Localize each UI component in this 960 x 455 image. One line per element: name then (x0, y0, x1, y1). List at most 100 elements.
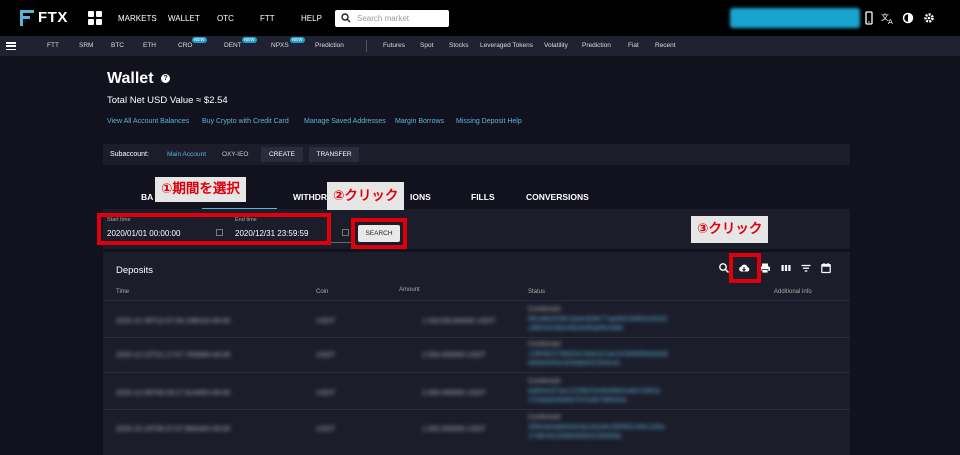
search-icon (341, 13, 351, 23)
subnav-item-prediction-2[interactable]: Prediction (582, 42, 611, 49)
tab-conversions-partial[interactable]: IONS (410, 192, 431, 202)
new-badge: NEW (290, 37, 305, 43)
account-email-blurred[interactable] (730, 8, 860, 28)
deposit-txid-link[interactable]: bd90e037ae1229f620ef9e89d2a4fe158f1b (528, 388, 660, 395)
deposit-txid-link[interactable]: 2f5fe4e0a8d34e4ac4ea4fc30f062c4f4c1b0a (528, 424, 665, 431)
deposit-status: Confirmed (528, 306, 561, 313)
link-view-all-balances[interactable]: View All Account Balances (107, 118, 189, 125)
apps-grid-icon[interactable] (88, 11, 102, 25)
settings-gear-icon[interactable] (922, 11, 936, 25)
nav-wallet[interactable]: WALLET (168, 14, 200, 23)
subnav-item-recent[interactable]: Recent (655, 42, 676, 49)
column-header-amount[interactable]: Amount (399, 287, 420, 293)
create-subaccount-button[interactable]: CREATE (261, 147, 303, 162)
subnav-item-stocks[interactable]: Stocks (449, 42, 469, 49)
theme-toggle-icon[interactable] (901, 11, 915, 25)
deposit-coin: USDT (316, 390, 336, 397)
subnav-item-ftt[interactable]: FTT (47, 42, 59, 49)
column-header-coin[interactable]: Coin (316, 289, 328, 295)
total-net-usd-value: Total Net USD Value ≈ $2.54 (107, 95, 228, 106)
nav-help[interactable]: HELP (301, 14, 322, 23)
deposit-time: 2020-10-16T06:47:07.883445+00:00 (116, 426, 231, 433)
link-missing-deposit-help[interactable]: Missing Deposit Help (456, 118, 522, 125)
annotation-step2: ②クリック (327, 182, 405, 210)
calendar-icon[interactable] (342, 229, 349, 236)
subnav-item-leveraged-tokens[interactable]: Leveraged Tokens (480, 42, 533, 49)
subaccount-oxy-ieo[interactable]: OXY-IEO (222, 151, 249, 158)
subnav-item-srm[interactable]: SRM (79, 42, 93, 49)
link-buy-crypto[interactable]: Buy Crypto with Credit Card (202, 118, 289, 125)
calendar-icon[interactable] (820, 262, 832, 274)
deposits-title: Deposits (116, 265, 153, 276)
deposit-status: Confirmed (528, 341, 561, 348)
subaccount-main[interactable]: Main Account (167, 151, 206, 158)
subnav-divider (366, 40, 367, 52)
deposit-txid-link[interactable]: 128f082378d02ec9da1b1ae2e2bf9d5b9a6a8 (528, 351, 668, 358)
translate-icon[interactable]: 文A (881, 11, 895, 25)
deposit-time: 2020-12-28T22:57:09.138016+00:00 (116, 318, 231, 325)
page-title: Wallet (107, 70, 154, 87)
subnav-item-npxs[interactable]: NPXS (271, 42, 289, 49)
deposit-txid-link[interactable]: 27d824a1b68d4d5d2c9d0e8a (528, 433, 621, 440)
transfer-button[interactable]: TRANSFER (309, 147, 359, 162)
ftx-logo-icon (20, 9, 34, 26)
ftx-logo[interactable]: FTX (20, 9, 68, 26)
deposit-amount: 1.532155160000 USDT (422, 318, 496, 325)
filter-list-icon[interactable] (800, 262, 812, 274)
highlight-download-icon (729, 253, 761, 283)
deposit-txid-link[interactable]: 27b4bdcb6d0d797fc8679893ea (528, 397, 627, 404)
annotation-step3: ③クリック (691, 216, 769, 243)
row-divider (103, 372, 850, 373)
subaccount-label: Subaccount: (110, 151, 149, 158)
subnav-item-prediction[interactable]: Prediction (315, 42, 344, 49)
deposit-coin: USDT (316, 352, 336, 359)
link-manage-addresses[interactable]: Manage Saved Addresses (304, 118, 386, 125)
subnav-item-spot[interactable]: Spot (420, 42, 433, 49)
highlight-date-range (97, 213, 331, 245)
row-divider (103, 409, 850, 410)
svg-text:A: A (888, 18, 893, 25)
nav-ftt[interactable]: FTT (260, 14, 275, 23)
nav-otc[interactable]: OTC (217, 14, 234, 23)
annotation-step1: ①期間を選択 (155, 177, 246, 202)
deposit-coin: USDT (316, 318, 336, 325)
subnav-item-cro[interactable]: CRO (178, 42, 192, 49)
deposit-time: 2020-12-22T21:17:07.705899+00:00 (116, 352, 231, 359)
deposit-txid-link[interactable]: c88543c90e49b4d45a0fb2d6d (528, 325, 623, 332)
subaccount-bar: Subaccount: Main Account OXY-IEO CREATE … (103, 144, 850, 165)
markets-subnav: FTT SRM BTC ETH CRO NEW DENT NEW NPXS NE… (0, 36, 960, 56)
row-divider (103, 337, 850, 338)
mobile-icon[interactable] (862, 11, 876, 25)
subnav-item-btc[interactable]: BTC (111, 42, 124, 49)
subnav-item-volatility[interactable]: Volatility (544, 42, 568, 49)
info-icon[interactable]: ? (161, 74, 170, 83)
deposit-amount: 2.000.000000 USDT (422, 352, 486, 359)
tab-fills[interactable]: FILLS (471, 192, 495, 202)
hamburger-menu-icon[interactable] (6, 42, 16, 51)
deposit-time: 2020-12-09T09:29:27.614000+00:00 (116, 390, 231, 397)
search-placeholder: Search market (357, 14, 410, 23)
deposit-coin: USDT (316, 426, 336, 433)
search-market-input[interactable]: Search market (335, 10, 449, 27)
column-header-status[interactable]: Status (528, 289, 545, 295)
column-header-additional-info[interactable]: Additional info (774, 289, 812, 295)
subnav-item-dent[interactable]: DENT (224, 42, 242, 49)
nav-markets[interactable]: MARKETS (118, 14, 157, 23)
columns-icon[interactable] (780, 262, 792, 274)
logo-text: FTX (38, 9, 68, 26)
subnav-item-futures[interactable]: Futures (383, 42, 405, 49)
tab-balances[interactable]: BA (141, 192, 153, 202)
deposit-status: Confirmed (528, 378, 561, 385)
column-header-time[interactable]: Time (116, 289, 129, 295)
deposit-amount: 1.000.000000 USDT (422, 426, 486, 433)
tab-conversions[interactable]: CONVERSIONS (526, 192, 589, 202)
subnav-item-eth[interactable]: ETH (143, 42, 156, 49)
row-divider (103, 300, 850, 301)
deposit-txid-link[interactable]: d46d4ef0b192bdb6522b4e43 (528, 360, 620, 367)
deposit-txid-link[interactable]: 90c38b2035c3a4c828e77aa9f423d5f2e9333 (528, 316, 667, 323)
subnav-item-fiat[interactable]: Fiat (628, 42, 639, 49)
deposit-amount: 2.000.000000 USDT (422, 390, 486, 397)
new-badge: NEW (242, 37, 257, 43)
new-badge: NEW (192, 37, 207, 43)
link-margin-borrows[interactable]: Margin Borrows (395, 118, 444, 125)
